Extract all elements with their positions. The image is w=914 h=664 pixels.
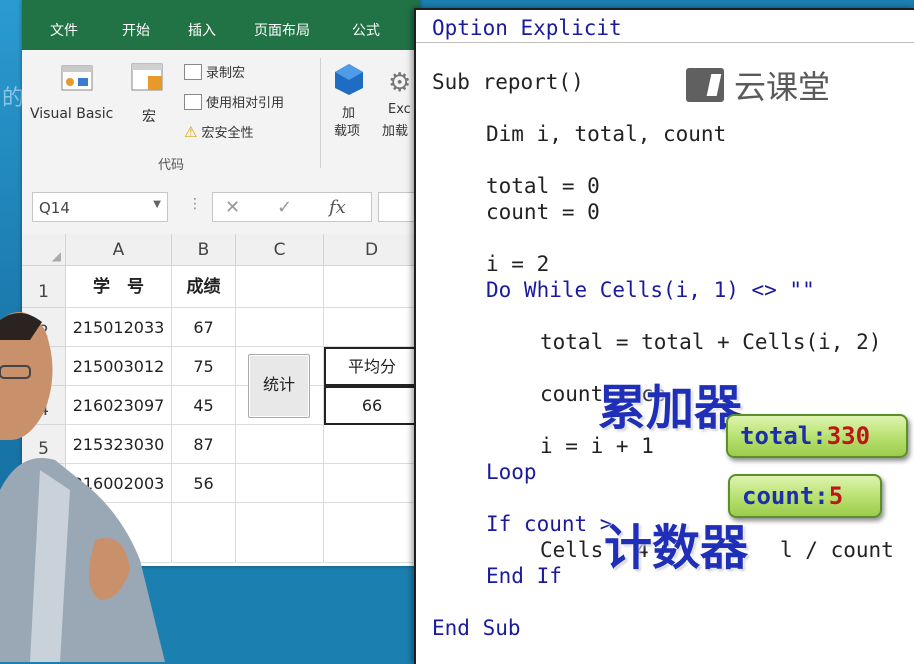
visual-basic-label: Visual Basic — [30, 106, 114, 122]
code-line-do-while: Do While Cells(i, 1) <> "" — [486, 278, 815, 302]
formula-buttons: ✕ ✓ fx — [212, 192, 372, 222]
tab-insert[interactable]: 插入 — [188, 20, 216, 40]
select-all-corner[interactable]: ◢ — [22, 234, 66, 266]
cell-c1[interactable] — [236, 266, 324, 308]
cell-d5[interactable] — [324, 425, 420, 464]
table-row-score[interactable]: 87 — [172, 425, 236, 464]
cell-c5[interactable] — [236, 425, 324, 464]
column-header-d[interactable]: D — [324, 234, 420, 266]
watermark-logo: 云课堂 — [686, 62, 830, 108]
record-macro-label: 录制宏 — [206, 66, 246, 81]
relative-reference-label: 使用相对引用 — [206, 96, 285, 111]
count-badge-label: count: — [742, 482, 829, 510]
corner-triangle-icon: ◢ — [51, 249, 61, 263]
table-row-score[interactable]: 67 — [172, 308, 236, 347]
code-line-cells: Cells — [540, 538, 604, 562]
cell-b1[interactable]: 成绩 — [172, 266, 236, 308]
average-value-cell[interactable]: 66 — [324, 386, 420, 425]
group-divider — [320, 58, 321, 168]
total-badge-label: total: — [740, 422, 827, 450]
macro-security-button[interactable]: ⚠ 宏安全性 — [184, 122, 254, 142]
code-line-dim: Dim i, total, count — [486, 122, 727, 146]
formula-bar: Q14 ▼ ⋮ ✕ ✓ fx — [22, 180, 420, 234]
name-box[interactable]: Q14 ▼ — [32, 192, 168, 222]
code-line-sub: Sub report() — [432, 70, 584, 94]
average-label-cell[interactable]: 平均分 — [324, 347, 420, 386]
column-header-b[interactable]: B — [172, 234, 236, 266]
table-row-score[interactable]: 56 — [172, 464, 236, 503]
background-decoration: 的 — [2, 86, 25, 111]
group-label-code: 代码 — [158, 158, 185, 173]
accumulator-caption: 累加器 — [598, 380, 743, 436]
tab-file[interactable]: 文件 — [50, 20, 78, 40]
cancel-icon[interactable]: ✕ — [225, 197, 240, 218]
code-line-if: If count > — [486, 512, 613, 536]
tab-page-layout[interactable]: 页面布局 — [254, 20, 310, 40]
code-line-total-add: total = total + Cells(i, 2) — [540, 330, 882, 354]
code-line-cells-mid: l / count — [780, 538, 894, 562]
ribbon: Visual Basic 宏 录制宏 使用相对引用 ⚠ 宏安全性 代码 加 载项… — [22, 50, 420, 181]
table-row-score[interactable]: 75 — [172, 347, 236, 386]
enter-icon[interactable]: ✓ — [277, 197, 292, 218]
code-line-end-if: End If — [486, 564, 562, 588]
statistics-button[interactable]: 统计 — [248, 354, 310, 418]
cell-c2[interactable] — [236, 308, 324, 347]
presenter-figure — [0, 312, 165, 662]
excel-addins-label-line1: Exc — [388, 102, 411, 117]
total-value-badge: total:330 — [726, 414, 908, 458]
macro-icon — [131, 63, 163, 91]
gear-icon: ⚙ — [388, 68, 412, 98]
record-macro-button[interactable]: 录制宏 — [184, 62, 245, 81]
cell-d2[interactable] — [324, 308, 420, 347]
code-line-i-init: i = 2 — [486, 252, 550, 276]
code-line-end-sub: End Sub — [432, 616, 521, 640]
book-icon — [686, 68, 724, 102]
macro-button[interactable]: 宏 — [130, 60, 170, 130]
visual-basic-icon — [61, 65, 93, 91]
addins-label-line2: 载项 — [334, 124, 361, 139]
addins-button[interactable]: 加 载项 — [332, 62, 372, 142]
macro-security-label: 宏安全性 — [201, 126, 254, 141]
visual-basic-button[interactable]: Visual Basic — [30, 60, 122, 130]
chevron-down-icon[interactable]: ▼ — [153, 199, 161, 210]
cell-c6[interactable] — [236, 464, 324, 503]
relative-reference-button[interactable]: 使用相对引用 — [184, 92, 284, 111]
addins-label-line1: 加 — [342, 106, 356, 121]
tab-formulas[interactable]: 公式 — [352, 20, 380, 40]
macro-label: 宏 — [142, 109, 156, 125]
column-header-a[interactable]: A — [66, 234, 172, 266]
count-badge-value: 5 — [828, 482, 844, 510]
counter-caption: 计数器 — [604, 520, 749, 576]
total-badge-value: 330 — [826, 422, 871, 450]
code-line-total-init: total = 0 — [486, 174, 600, 198]
tab-home[interactable]: 开始 — [122, 20, 150, 40]
insert-function-icon[interactable]: fx — [329, 197, 346, 218]
record-macro-icon — [184, 63, 202, 80]
cell-d6[interactable] — [324, 464, 420, 503]
cell-d1[interactable] — [324, 266, 420, 308]
code-line-count-init: count = 0 — [486, 200, 600, 224]
cell-c7[interactable] — [236, 503, 324, 563]
warning-icon: ⚠ — [184, 122, 198, 141]
name-box-value: Q14 — [39, 199, 70, 217]
count-value-badge: count:5 — [728, 474, 882, 518]
relative-reference-icon — [184, 93, 202, 110]
table-row-score[interactable]: 45 — [172, 386, 236, 425]
cell-d7[interactable] — [324, 503, 420, 563]
excel-addins-label-line2: 加载 — [382, 124, 409, 139]
column-header-c[interactable]: C — [236, 234, 324, 266]
code-line-loop: Loop — [486, 460, 537, 484]
watermark-text: 云课堂 — [734, 68, 831, 106]
code-line-option-explicit: Option Explicit — [432, 16, 622, 40]
addins-icon — [335, 64, 363, 95]
cell-b7[interactable] — [172, 503, 236, 563]
formula-bar-grip-icon: ⋮ — [188, 196, 202, 212]
